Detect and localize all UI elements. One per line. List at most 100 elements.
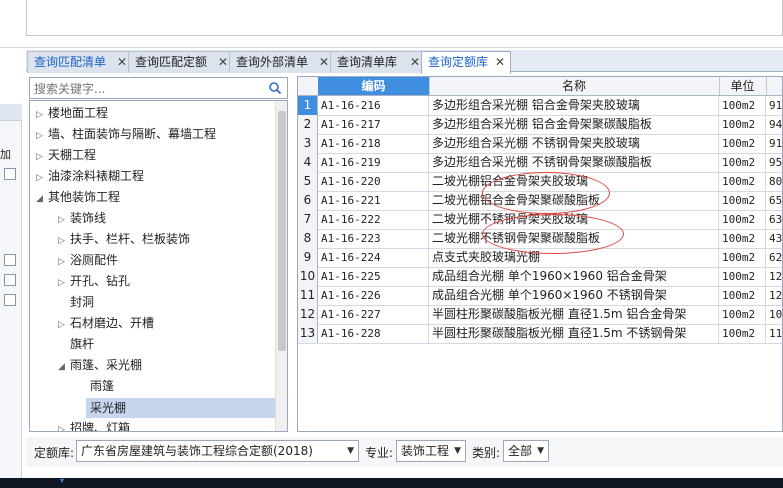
- expand-arrow-icon[interactable]: ▷: [58, 315, 70, 335]
- row-number[interactable]: 13: [298, 324, 318, 343]
- price-cell[interactable]: 912: [766, 96, 782, 115]
- price-cell[interactable]: 953: [766, 153, 782, 172]
- column-header-unit[interactable]: 单位: [719, 77, 767, 95]
- code-cell[interactable]: A1-16-228: [318, 324, 429, 343]
- unit-cell[interactable]: 100m2: [719, 305, 766, 324]
- tree-node[interactable]: ▷ 装饰线: [58, 208, 106, 228]
- code-cell[interactable]: A1-16-223: [318, 229, 429, 248]
- name-cell[interactable]: 多边形组合采光棚 不锈钢骨架夹胶玻璃: [429, 134, 719, 153]
- price-cell[interactable]: 439: [766, 229, 782, 248]
- category-select[interactable]: 全部 ▼: [503, 440, 549, 462]
- tree-node[interactable]: ▷ 招牌、灯箱: [58, 418, 130, 431]
- row-number[interactable]: 9: [298, 248, 318, 267]
- tab-query-quota-library[interactable]: 查询定额库 ✕: [421, 51, 511, 74]
- unit-cell[interactable]: 100m2: [719, 96, 766, 115]
- price-cell[interactable]: 632: [766, 210, 782, 229]
- expand-arrow-icon[interactable]: ▷: [36, 168, 48, 188]
- code-cell[interactable]: A1-16-227: [318, 305, 429, 324]
- name-cell[interactable]: 成品组合光棚 单个1960×1960 铝合金骨架: [429, 267, 719, 286]
- code-cell[interactable]: A1-16-218: [318, 134, 429, 153]
- table-row[interactable]: 1A1-16-216多边形组合采光棚 铝合金骨架夹胶玻璃100m2912: [298, 96, 782, 116]
- table-row[interactable]: 4A1-16-219多边形组合采光棚 不锈钢骨架聚碳酸脂板100m2953: [298, 153, 782, 173]
- major-select[interactable]: 装饰工程 ▼: [396, 440, 466, 462]
- quota-library-select[interactable]: 广东省房屋建筑与装饰工程综合定额(2018) ▼: [76, 440, 359, 462]
- expand-arrow-icon[interactable]: ▷: [58, 273, 70, 293]
- checkbox[interactable]: [4, 294, 16, 306]
- code-cell[interactable]: A1-16-220: [318, 172, 429, 191]
- price-cell[interactable]: 800: [766, 172, 782, 191]
- row-number[interactable]: 1: [298, 96, 318, 115]
- price-cell[interactable]: 914: [766, 134, 782, 153]
- table-row[interactable]: 2A1-16-217多边形组合采光棚 铝合金骨架聚碳酸脂板100m2949: [298, 115, 782, 135]
- checkbox[interactable]: [4, 168, 16, 180]
- tab-query-match-quota[interactable]: 查询匹配定额 ✕: [128, 51, 234, 73]
- name-cell[interactable]: 多边形组合采光棚 不锈钢骨架聚碳酸脂板: [429, 153, 719, 172]
- checkbox[interactable]: [4, 254, 16, 266]
- table-row[interactable]: 11 A1-16-226 成品组合光棚 单个1960×1960 不锈钢骨架 100m2…: [298, 286, 782, 306]
- tree-node[interactable]: ▷ 油漆涂料裱糊工程: [36, 166, 144, 186]
- code-cell[interactable]: A1-16-216: [318, 96, 429, 115]
- unit-cell[interactable]: 100m2: [719, 115, 766, 134]
- tree-node[interactable]: ◢ 其他装饰工程: [36, 187, 120, 207]
- code-cell[interactable]: A1-16-219: [318, 153, 429, 172]
- name-cell[interactable]: 多边形组合采光棚 铝合金骨架夹胶玻璃: [429, 96, 719, 115]
- unit-cell[interactable]: 100m2: [719, 286, 766, 305]
- row-number[interactable]: 12: [298, 305, 318, 324]
- close-icon[interactable]: ✕: [410, 52, 420, 72]
- unit-cell[interactable]: 100m2: [719, 248, 766, 267]
- row-number[interactable]: 4: [298, 153, 318, 172]
- expand-arrow-icon[interactable]: ▷: [58, 252, 70, 272]
- tree-node-selected[interactable]: 采光棚: [86, 398, 280, 418]
- name-cell[interactable]: 半圆柱形聚碳酸脂板光棚 直径1.5m 铝合金骨架: [429, 305, 719, 324]
- unit-cell[interactable]: 100m2: [719, 172, 766, 191]
- row-number[interactable]: 7: [298, 210, 318, 229]
- checkbox[interactable]: [4, 274, 16, 286]
- tab-query-list-library[interactable]: 查询清单库 ✕: [330, 51, 426, 73]
- table-row[interactable]: 3A1-16-218多边形组合采光棚 不锈钢骨架夹胶玻璃100m2914: [298, 134, 782, 154]
- column-header-code[interactable]: 编码: [318, 77, 430, 95]
- row-number[interactable]: 11: [298, 286, 318, 305]
- name-cell[interactable]: 半圆柱形聚碳酸脂板光棚 直径1.5m 不锈钢骨架: [429, 324, 719, 343]
- name-cell[interactable]: 成品组合光棚 单个1960×1960 不锈钢骨架: [429, 286, 719, 305]
- code-cell[interactable]: A1-16-221: [318, 191, 429, 210]
- expand-arrow-icon[interactable]: ▷: [36, 147, 48, 167]
- unit-cell[interactable]: 100m2: [719, 210, 766, 229]
- tree-node[interactable]: ▷ 浴厕配件: [58, 250, 118, 270]
- tree-node[interactable]: ◢ 雨篷、采光棚: [58, 355, 142, 375]
- column-header-extra[interactable]: [766, 77, 782, 95]
- search-input[interactable]: [32, 79, 264, 99]
- column-header-name[interactable]: 名称: [429, 77, 720, 95]
- code-cell[interactable]: A1-16-222: [318, 210, 429, 229]
- row-number[interactable]: 5: [298, 172, 318, 191]
- tree-node[interactable]: 雨篷: [90, 376, 114, 396]
- code-cell[interactable]: A1-16-225: [318, 267, 429, 286]
- search-icon[interactable]: [268, 81, 282, 95]
- tree-node[interactable]: ▷ 墙、柱面装饰与隔断、幕墙工程: [36, 124, 216, 144]
- unit-cell[interactable]: 100m2: [719, 324, 766, 343]
- price-cell[interactable]: 128: [766, 286, 782, 305]
- expand-arrow-icon[interactable]: ▷: [58, 231, 70, 251]
- table-row[interactable]: 10 A1-16-225 成品组合光棚 单个1960×1960 铝合金骨架 100m2…: [298, 267, 782, 287]
- unit-cell[interactable]: 100m2: [719, 191, 766, 210]
- tree-node[interactable]: ▷ 石材磨边、开槽: [58, 313, 154, 333]
- close-icon[interactable]: ✕: [495, 52, 505, 72]
- price-cell[interactable]: 653: [766, 191, 782, 210]
- tab-query-match-list[interactable]: 查询匹配清单 ✕: [27, 51, 133, 73]
- price-cell[interactable]: 949: [766, 115, 782, 134]
- price-cell[interactable]: 118: [766, 324, 782, 343]
- expand-arrow-icon[interactable]: ▷: [58, 210, 70, 230]
- collapse-arrow-icon[interactable]: ◢: [58, 357, 70, 377]
- row-number[interactable]: 10: [298, 267, 318, 286]
- tree-node[interactable]: ▷ 扶手、栏杆、栏板装饰: [58, 229, 190, 249]
- row-number[interactable]: 8: [298, 229, 318, 248]
- unit-cell[interactable]: 100m2: [719, 153, 766, 172]
- close-icon[interactable]: ✕: [117, 52, 127, 72]
- tree-node[interactable]: 封洞: [70, 292, 94, 312]
- close-icon[interactable]: ✕: [218, 52, 228, 72]
- tree-scrollbar[interactable]: [275, 101, 287, 431]
- unit-cell[interactable]: 100m2: [719, 229, 766, 248]
- price-cell[interactable]: 128: [766, 267, 782, 286]
- expand-arrow-icon[interactable]: ▷: [58, 420, 70, 431]
- code-cell[interactable]: A1-16-217: [318, 115, 429, 134]
- expand-arrow-icon[interactable]: ▷: [36, 126, 48, 146]
